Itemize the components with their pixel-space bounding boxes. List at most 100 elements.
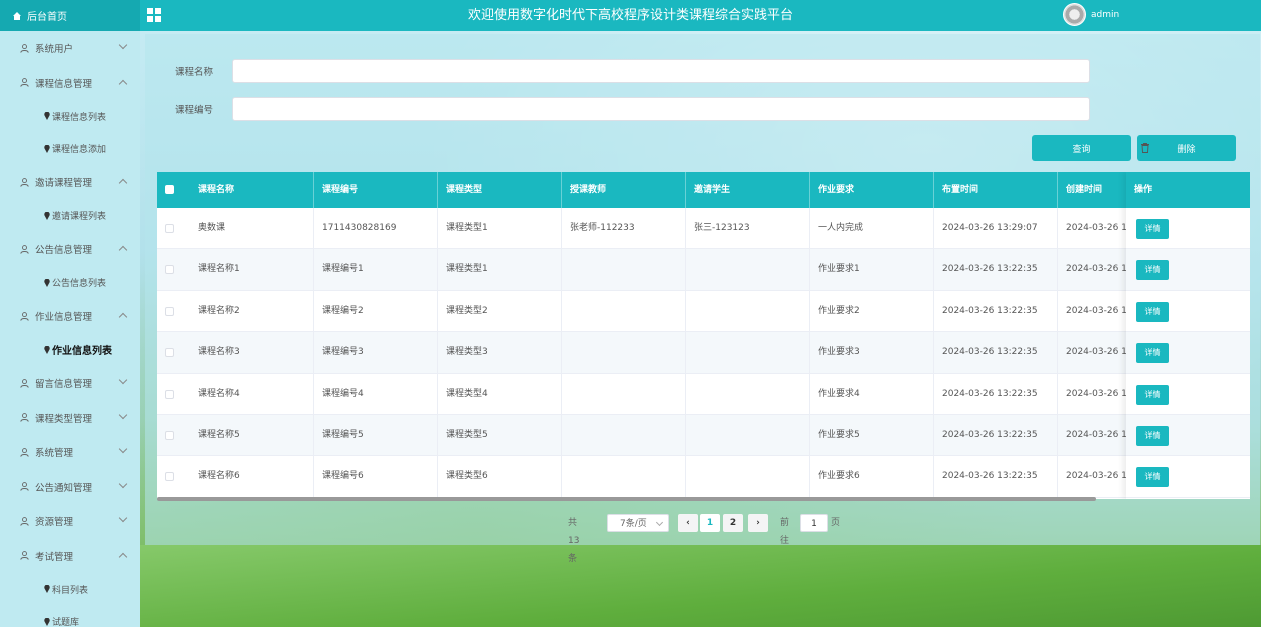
column-header[interactable]: 布置时间 <box>934 172 1058 208</box>
table-row[interactable]: 课程名称4 课程编号4 课程类型4 作业要求4 2024-03-26 13:22:35 2… <box>157 373 1250 415</box>
table-cell: 课程类型1 <box>438 208 562 249</box>
horizontal-scrollbar[interactable] <box>157 497 1096 501</box>
table-cell: 课程名称6 <box>190 456 314 498</box>
table-cell: 课程类型5 <box>438 415 562 456</box>
table-cell: 课程编号6 <box>314 456 438 498</box>
course-code-input[interactable] <box>232 97 1090 121</box>
sidebar-item[interactable]: 试题库 <box>0 606 140 627</box>
page-2-button[interactable]: 2 <box>723 514 743 532</box>
prev-page-button[interactable]: ‹ <box>678 514 698 532</box>
row-checkbox[interactable] <box>165 306 174 316</box>
table-cell: 2024-03-26 13:22:35 <box>934 373 1058 415</box>
table-row[interactable]: 课程名称6 课程编号6 课程类型6 作业要求6 2024-03-26 13:22:35 2… <box>157 456 1250 498</box>
row-checkbox[interactable] <box>165 472 174 482</box>
table-cell <box>562 290 686 332</box>
sidebar-group[interactable]: 课程类型管理 <box>0 401 140 436</box>
sidebar-group[interactable]: 系统管理 <box>0 435 140 470</box>
table-cell: 2024-03-26 13:22:35 <box>934 332 1058 374</box>
username[interactable]: admin <box>1091 0 1119 31</box>
detail-button[interactable]: 详情 <box>1136 260 1169 281</box>
sidebar-group[interactable]: 课程信息管理 <box>0 66 140 101</box>
column-header[interactable]: 邀请学生 <box>686 172 810 208</box>
operation-column: 操作 详情 详情 详情 详情 详情 详情 详情 <box>1126 172 1250 499</box>
sidebar-group[interactable]: 资源管理 <box>0 504 140 539</box>
chevron-up-icon <box>118 178 128 188</box>
detail-button[interactable]: 详情 <box>1136 426 1169 446</box>
sidebar: 系统用户 课程信息管理 课程信息列表 课程信息添加 邀请课程管理 邀请课程列表 公告信息管理… <box>0 31 140 627</box>
sidebar-group[interactable]: 邀请课程管理 <box>0 165 140 200</box>
column-header[interactable]: 作业要求 <box>810 172 934 208</box>
sidebar-group-label: 作业信息管理 <box>35 312 93 324</box>
table-cell: 2024-03-26 13:22:35 <box>934 249 1058 291</box>
table-cell <box>562 415 686 456</box>
delete-button[interactable]: 删除 <box>1137 135 1236 161</box>
avatar[interactable] <box>1063 3 1086 26</box>
row-checkbox[interactable] <box>165 389 174 399</box>
table-cell: 作业要求1 <box>810 249 934 291</box>
sidebar-item[interactable]: 邀请课程列表 <box>0 200 140 233</box>
table-row[interactable]: 奥数课 1711430828169 课程类型1 张老师-112233 张三-123123… <box>157 208 1250 250</box>
column-header[interactable]: 课程类型 <box>438 172 562 208</box>
location-pin-icon <box>44 211 50 220</box>
detail-button[interactable]: 详情 <box>1136 301 1169 322</box>
table-row[interactable]: 课程名称3 课程编号3 课程类型3 作业要求3 2024-03-26 13:22:35 2… <box>157 332 1250 374</box>
sidebar-group[interactable]: 公告信息管理 <box>0 232 140 267</box>
table-cell: 2024-03-26 13:22:35 <box>934 415 1058 456</box>
chevron-down-icon <box>118 479 128 488</box>
table-header: 课程名称 课程编号 课程类型 授课教师 邀请学生 作业要求 布置时间 创建时间 <box>157 172 1250 208</box>
detail-button[interactable]: 详情 <box>1136 343 1169 364</box>
page-1-button[interactable]: 1 <box>700 514 720 532</box>
operation-cell: 详情 <box>1126 415 1250 457</box>
next-page-button[interactable]: › <box>748 514 768 532</box>
table-cell <box>686 249 810 291</box>
user-icon <box>20 43 29 53</box>
detail-button[interactable]: 详情 <box>1136 384 1169 405</box>
row-checkbox[interactable] <box>165 224 174 233</box>
table-cell: 课程类型4 <box>438 373 562 415</box>
table-cell: 一人内完成 <box>810 208 934 249</box>
table-row[interactable]: 课程名称5 课程编号5 课程类型5 作业要求5 2024-03-26 13:22:35 2… <box>157 415 1250 457</box>
location-pin-icon <box>44 112 50 121</box>
menu-toggle-icon[interactable] <box>147 8 161 22</box>
page-size-select[interactable]: 7条/页 <box>607 514 669 532</box>
sidebar-group[interactable]: 作业信息管理 <box>0 299 140 334</box>
sidebar-group[interactable]: 考试管理 <box>0 539 140 574</box>
user-icon <box>20 78 29 88</box>
table-cell <box>562 249 686 291</box>
detail-button[interactable]: 详情 <box>1136 219 1169 239</box>
user-icon <box>20 244 29 254</box>
query-button[interactable]: 查询 <box>1032 135 1131 161</box>
select-all-checkbox[interactable] <box>165 185 174 194</box>
table-cell: 课程名称1 <box>190 249 314 291</box>
table-cell: 作业要求2 <box>810 290 934 332</box>
row-checkbox[interactable] <box>165 348 174 358</box>
chevron-down-icon <box>118 444 128 454</box>
sidebar-group-label: 资源管理 <box>35 517 74 529</box>
column-header[interactable]: 课程名称 <box>190 172 314 208</box>
total-count: 共 13 条 <box>568 518 580 564</box>
table-row[interactable]: 课程名称2 课程编号2 课程类型2 作业要求2 2024-03-26 13:22:35 2… <box>157 290 1250 333</box>
operation-cell: 详情 <box>1126 456 1250 498</box>
sidebar-group[interactable]: 留言信息管理 <box>0 366 140 401</box>
column-header[interactable]: 课程编号 <box>314 172 438 208</box>
column-header[interactable]: 授课教师 <box>562 172 686 208</box>
detail-button[interactable]: 详情 <box>1136 467 1169 488</box>
sidebar-item[interactable]: 课程信息列表 <box>0 100 140 133</box>
sidebar-group[interactable]: 公告通知管理 <box>0 470 140 505</box>
goto-page-input[interactable]: 1 <box>800 514 828 532</box>
sidebar-item[interactable]: 课程信息添加 <box>0 133 140 166</box>
table-row[interactable]: 课程名称1 课程编号1 课程类型1 作业要求1 2024-03-26 13:22:35 2… <box>157 249 1250 291</box>
row-checkbox[interactable] <box>165 265 174 275</box>
chevron-down-icon <box>118 410 128 419</box>
course-name-input[interactable] <box>232 59 1090 83</box>
table-cell <box>686 290 810 332</box>
home-link[interactable]: 后台首页 <box>0 0 140 31</box>
chevron-down-icon <box>118 40 128 50</box>
sidebar-item[interactable]: 科目列表 <box>0 573 140 606</box>
sidebar-item[interactable]: 作业信息列表 <box>0 334 140 367</box>
table-cell: 课程编号1 <box>314 249 438 291</box>
sidebar-group[interactable]: 系统用户 <box>0 31 140 66</box>
table-cell <box>562 373 686 415</box>
sidebar-item[interactable]: 公告信息列表 <box>0 267 140 300</box>
row-checkbox[interactable] <box>165 431 174 440</box>
